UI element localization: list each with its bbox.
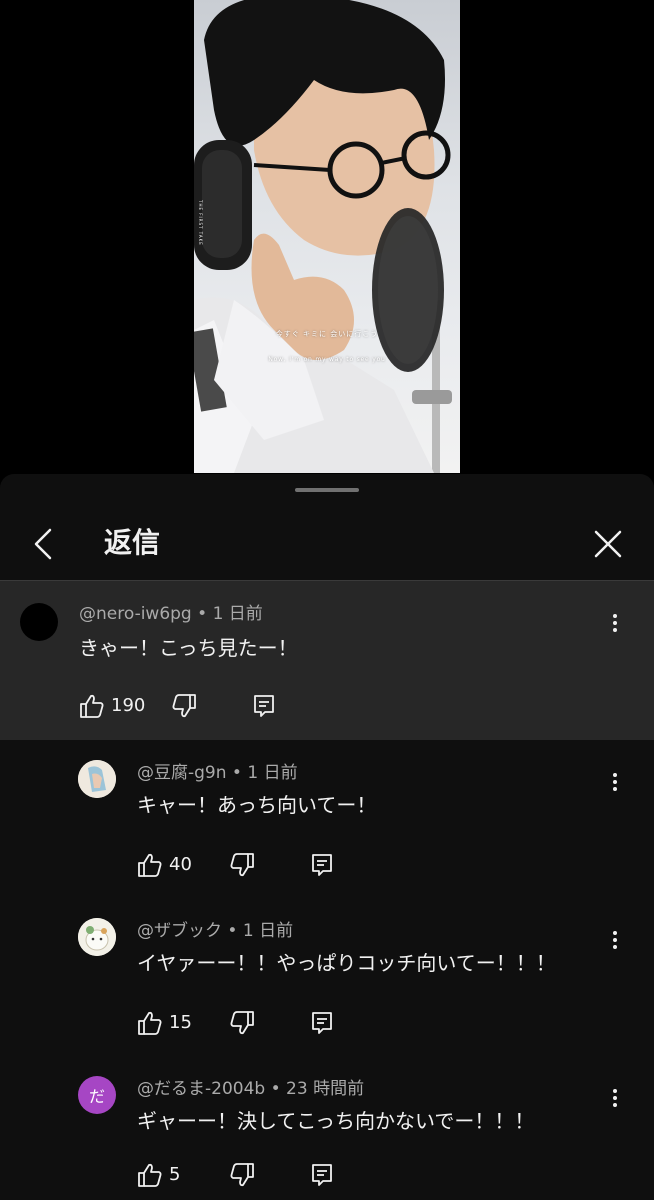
like-button[interactable]: 40: [137, 850, 192, 880]
reply-item: だ @だるま-2004b • 23 時間前 ギャーー！決してこっち向かないでー！…: [0, 1056, 654, 1200]
comment-time: 1 日前: [212, 604, 263, 624]
subtitle-english: Now, I'm on my way to see you: [268, 356, 386, 363]
comment-author[interactable]: @だるま-2004b: [137, 1079, 265, 1099]
close-icon: [594, 530, 622, 558]
thumbs-down-icon: [172, 694, 196, 718]
subtitle-japanese: 今すぐ キミに 会いに行こう: [275, 330, 379, 338]
thumbs-down-icon: [230, 1163, 254, 1187]
comment-time: 23 時間前: [286, 1079, 365, 1099]
avatar[interactable]: [20, 603, 58, 641]
more-options-button[interactable]: [603, 770, 627, 800]
close-button[interactable]: [588, 524, 628, 564]
comment-time: 1 日前: [247, 763, 298, 783]
replies-sheet: 返信 @nero-iw6pg • 1 日前 きゃー！こっち見たー！ 190 @豆…: [0, 474, 654, 1200]
comment-author[interactable]: @ザブック: [137, 921, 222, 941]
drag-handle[interactable]: [295, 488, 359, 492]
reply-item: @豆腐-g9n • 1 日前 キャー！あっち向いてー！ 40: [0, 740, 654, 898]
reply-button[interactable]: [309, 1160, 335, 1190]
reply-icon: [312, 1164, 332, 1186]
reply-button[interactable]: [309, 1008, 335, 1038]
avatar-image: [78, 918, 116, 956]
comment-author[interactable]: @nero-iw6pg: [79, 604, 192, 624]
comment-meta: @ザブック • 1 日前: [137, 921, 294, 941]
comment-meta: @豆腐-g9n • 1 日前: [137, 763, 298, 783]
thumbs-up-icon: [138, 1011, 162, 1035]
like-button[interactable]: 5: [137, 1160, 180, 1190]
like-count: 15: [169, 1012, 192, 1033]
more-options-button[interactable]: [603, 928, 627, 958]
comment-meta: @nero-iw6pg • 1 日前: [79, 604, 263, 624]
parent-comment: @nero-iw6pg • 1 日前 きゃー！こっち見たー！ 190: [0, 581, 654, 740]
comment-text: きゃー！こっち見たー！: [79, 636, 298, 660]
dislike-button[interactable]: [229, 1008, 255, 1038]
more-options-button[interactable]: [603, 1086, 627, 1116]
comment-text: イヤァーー！！やっぱりコッチ向いてー！！！: [137, 951, 556, 975]
thumbs-down-icon: [230, 853, 254, 877]
reply-icon: [312, 854, 332, 876]
avatar[interactable]: [78, 760, 116, 798]
comment-author[interactable]: @豆腐-g9n: [137, 763, 227, 783]
thumbs-down-icon: [230, 1011, 254, 1035]
reply-item: @ザブック • 1 日前 イヤァーー！！やっぱりコッチ向いてー！！！ 15: [0, 898, 654, 1056]
chevron-left-icon: [34, 528, 52, 560]
video-frame[interactable]: THE FIRST TAKE 今すぐ キミに 会いに行こう Now, I'm o…: [194, 0, 460, 473]
comment-text: キャー！あっち向いてー！: [137, 793, 377, 817]
avatar-image: [78, 760, 116, 798]
reply-button[interactable]: [251, 691, 277, 721]
comment-meta: @だるま-2004b • 23 時間前: [137, 1079, 365, 1099]
thumbs-up-icon: [138, 853, 162, 877]
like-count: 5: [169, 1164, 181, 1185]
comment-actions: 40: [137, 850, 357, 880]
back-button[interactable]: [24, 524, 64, 564]
more-options-button[interactable]: [603, 611, 627, 641]
comment-actions: 190: [79, 691, 299, 721]
like-button[interactable]: 15: [137, 1008, 192, 1038]
sheet-header: 返信: [0, 504, 654, 582]
video-player[interactable]: THE FIRST TAKE 今すぐ キミに 会いに行こう Now, I'm o…: [0, 0, 654, 474]
like-button[interactable]: 190: [79, 691, 145, 721]
channel-watermark: THE FIRST TAKE: [198, 200, 203, 246]
dislike-button[interactable]: [229, 850, 255, 880]
comment-text: ギャーー！決してこっち向かないでー！！！: [137, 1109, 535, 1133]
comment-actions: 5: [137, 1160, 357, 1190]
comment-time: 1 日前: [242, 921, 294, 941]
reply-button[interactable]: [309, 850, 335, 880]
avatar[interactable]: だ: [78, 1076, 116, 1114]
reply-icon: [312, 1012, 332, 1034]
like-count: 40: [169, 854, 192, 875]
thumbs-up-icon: [138, 1163, 162, 1187]
sheet-title: 返信: [104, 526, 161, 559]
like-count: 190: [111, 695, 146, 716]
comment-actions: 15: [137, 1008, 357, 1038]
dislike-button[interactable]: [171, 691, 197, 721]
thumbs-up-icon: [80, 694, 104, 718]
dislike-button[interactable]: [229, 1160, 255, 1190]
video-scene: [194, 0, 452, 473]
reply-icon: [254, 695, 274, 717]
avatar-letter: だ: [88, 1087, 105, 1106]
avatar[interactable]: [78, 918, 116, 956]
